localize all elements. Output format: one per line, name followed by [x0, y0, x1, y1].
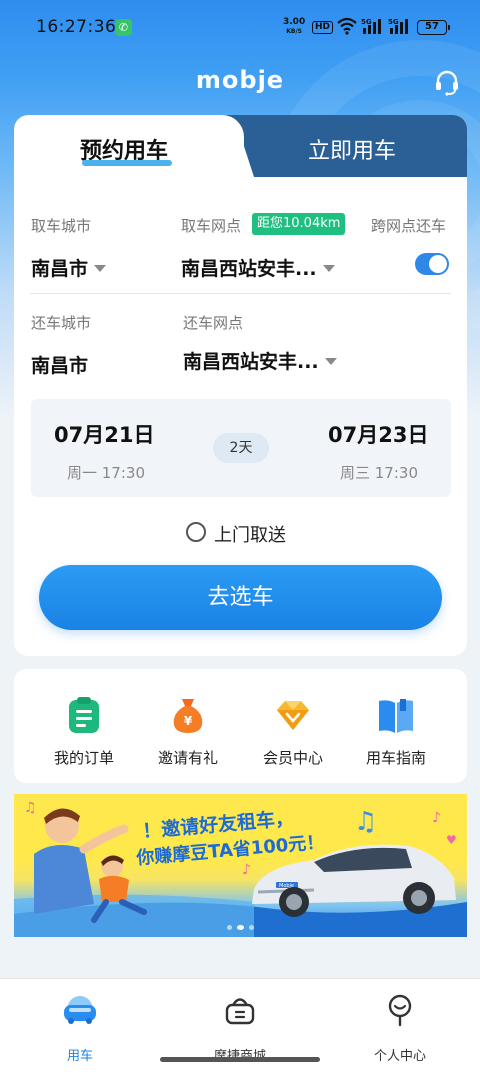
- person-icon: [388, 994, 412, 1027]
- return-city-selector[interactable]: 南昌市: [31, 351, 88, 378]
- return-city-label: 还车城市: [31, 314, 92, 332]
- svg-text:5G: 5G: [388, 18, 399, 26]
- clipboard-icon: [69, 697, 99, 733]
- svg-text:♪: ♪: [432, 810, 441, 826]
- dropdown-caret-icon: [322, 265, 335, 272]
- svg-text:Mobje: Mobje: [279, 883, 294, 889]
- return-point-label: 还车网点: [183, 314, 244, 332]
- brand-logo: mobje: [195, 66, 285, 94]
- shopping-basket-icon: [225, 998, 255, 1025]
- nav-profile[interactable]: 个人中心: [350, 993, 450, 1064]
- door-delivery-label[interactable]: 上门取送: [214, 521, 286, 547]
- home-indicator[interactable]: [160, 1057, 320, 1062]
- end-time: 周三 17:30: [340, 464, 418, 482]
- tab-instant[interactable]: 立即用车: [308, 133, 396, 165]
- shortcut-panel: 我的订单 ¥ 邀请有礼 会员中心 用车指南: [14, 669, 467, 783]
- pickup-point-label: 取车网点: [181, 217, 242, 235]
- start-time: 周一 17:30: [67, 464, 145, 482]
- tab-bar: 预约用车 立即用车: [14, 115, 467, 177]
- shortcut-my-orders[interactable]: 我的订单: [34, 695, 134, 768]
- signal-icon: 5G: [388, 18, 408, 34]
- booking-card: 预约用车 立即用车 取车城市 南昌市 取车网点 距您10.04km 南昌西站安丰…: [14, 115, 467, 656]
- pickup-city-selector[interactable]: 南昌市: [31, 254, 107, 281]
- cross-return-toggle[interactable]: [415, 253, 449, 275]
- promo-banner[interactable]: ♫ ♫ ♪ ♪ ♥ Mobje ！邀请好友租车， 你赚摩豆TA省100元！: [14, 794, 467, 937]
- nav-car[interactable]: 用车: [30, 993, 130, 1064]
- wifi-icon: [337, 17, 357, 35]
- headset-icon[interactable]: [433, 68, 461, 96]
- tab-active-indicator: [82, 160, 172, 166]
- diamond-icon: [277, 701, 309, 730]
- svg-text:♥: ♥: [446, 833, 457, 847]
- car-icon: [64, 996, 96, 1024]
- money-bag-icon: ¥: [173, 699, 203, 733]
- nav-mall[interactable]: 摩捷商城: [190, 993, 290, 1064]
- end-date[interactable]: 07月23日: [328, 419, 428, 449]
- door-delivery-radio[interactable]: [186, 522, 206, 542]
- rental-period[interactable]: 07月21日 周一 17:30 2天 07月23日 周三 17:30: [31, 399, 451, 497]
- hd-icon: HD: [312, 21, 334, 34]
- status-time: 16:27:36: [36, 17, 117, 37]
- status-bar: 16:27:36 ✆ 3.00 KB/S HD 5G 5G 57: [0, 0, 480, 56]
- pickup-city-label: 取车城市: [31, 217, 92, 235]
- svg-text:♫: ♫: [24, 800, 37, 816]
- book-icon: [379, 699, 413, 733]
- choose-car-button[interactable]: 去选车: [39, 565, 442, 630]
- carousel-dot: [249, 925, 254, 930]
- start-date[interactable]: 07月21日: [54, 419, 154, 449]
- svg-text:¥: ¥: [184, 714, 193, 728]
- svg-text:♫: ♫: [354, 807, 377, 837]
- battery-icon: 57: [417, 20, 450, 35]
- phone-call-icon: ✆: [115, 19, 132, 36]
- distance-badge: 距您10.04km: [252, 213, 346, 235]
- svg-text:5G: 5G: [361, 18, 372, 26]
- divider: [30, 293, 451, 294]
- duration-badge: 2天: [213, 433, 269, 463]
- cross-return-label: 跨网点还车: [371, 217, 447, 235]
- return-point-selector[interactable]: 南昌西站安丰...: [183, 347, 337, 374]
- network-speed: 3.00 KB/S: [283, 17, 306, 36]
- dropdown-caret-icon: [94, 265, 107, 272]
- svg-text:♪: ♪: [242, 862, 251, 878]
- shortcut-member-center[interactable]: 会员中心: [243, 695, 343, 768]
- carousel-dot: [227, 925, 232, 930]
- signal-icon: 5G: [361, 18, 381, 34]
- shortcut-invite[interactable]: ¥ 邀请有礼: [138, 695, 238, 768]
- dropdown-caret-icon: [324, 358, 337, 365]
- shortcut-guide[interactable]: 用车指南: [346, 695, 446, 768]
- pickup-point-selector[interactable]: 南昌西站安丰...: [181, 254, 335, 281]
- carousel-dot-active: [237, 925, 244, 930]
